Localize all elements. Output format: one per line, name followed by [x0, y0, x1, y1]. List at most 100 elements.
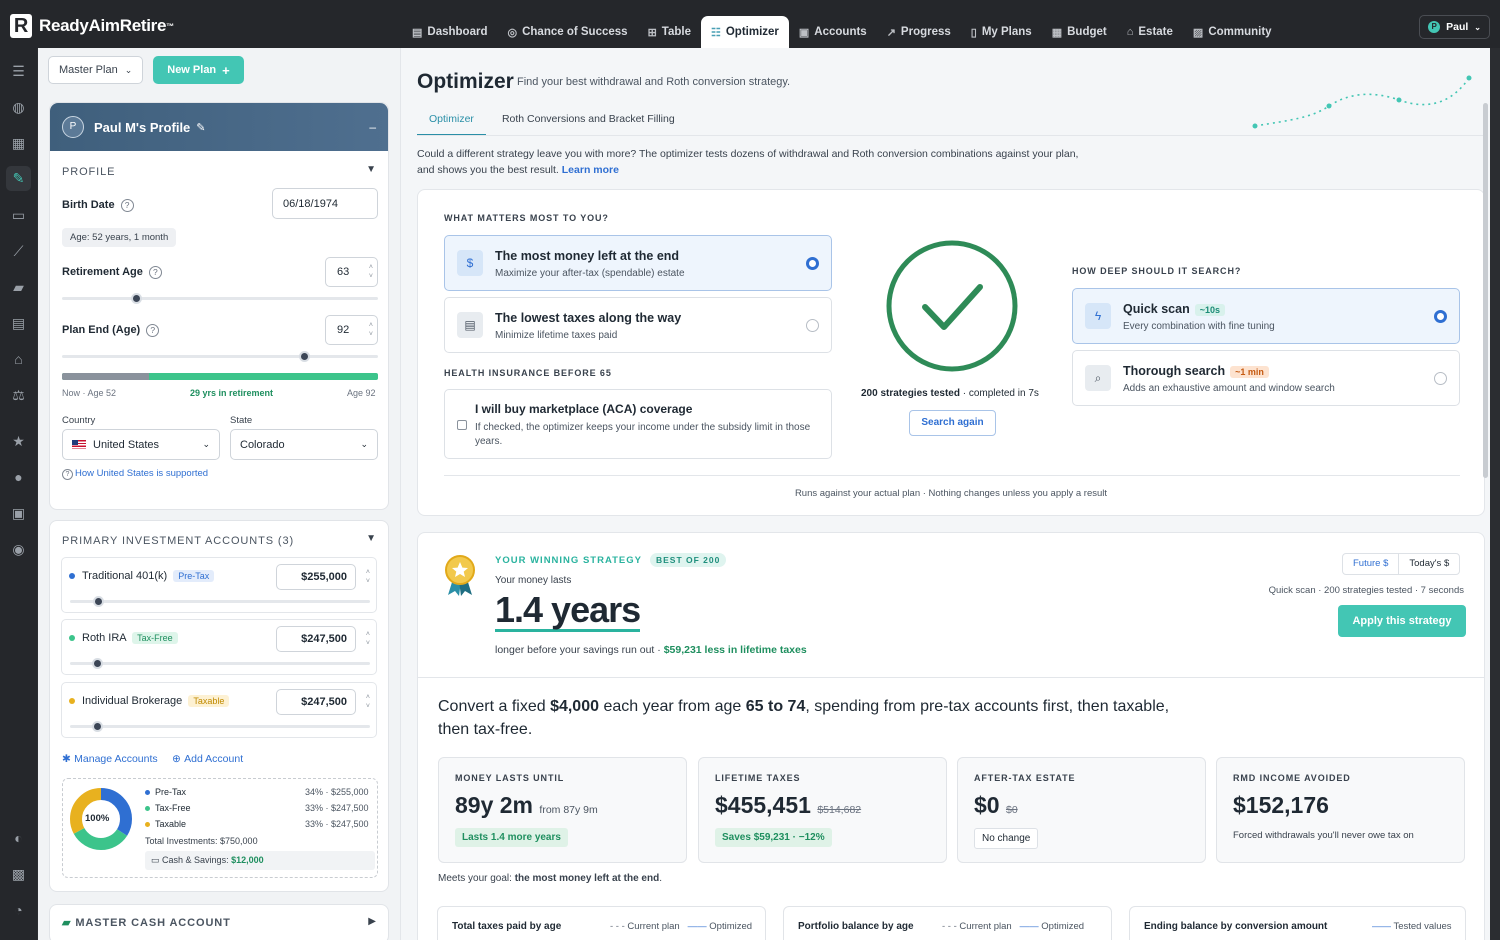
legend-value: 34% · $255,000 [305, 787, 369, 797]
headset-icon[interactable]: ◔ [10, 902, 27, 919]
bank-icon[interactable]: ⌂ [10, 351, 27, 368]
plan-end-track[interactable] [62, 355, 378, 358]
wand-icon[interactable]: ✎ [6, 166, 31, 191]
stepper-icon[interactable]: ˄ ˅ [366, 568, 370, 586]
account-row[interactable]: Traditional 401(k) Pre-Tax $255,000 ˄ ˅ [61, 557, 377, 613]
gift-icon[interactable]: ▩ [10, 866, 27, 883]
stepper-icon[interactable]: ˄ ˅ [366, 693, 370, 711]
tab-estate[interactable]: ⌂ Estate [1117, 16, 1183, 48]
depth-option-quick-scan[interactable]: ϟ Quick scan ~10s Every combination with … [1072, 288, 1460, 344]
time-badge: ~1 min [1230, 366, 1269, 378]
tab-table[interactable]: ⊞ Table [638, 16, 701, 48]
toggle-todays-dollars[interactable]: Today's $ [1399, 554, 1459, 574]
account-slider-track[interactable] [70, 600, 370, 603]
apply-strategy-button[interactable]: Apply this strategy [1338, 605, 1466, 637]
new-plan-button[interactable]: New Plan + [153, 56, 244, 84]
page-title: Optimizer [417, 70, 514, 93]
tab-roth-conversions[interactable]: Roth Conversions and Bracket Filling [490, 110, 687, 136]
radio-unselected[interactable] [806, 319, 819, 332]
birth-date-input[interactable]: 06/18/1974 [272, 188, 378, 219]
learn-more-link[interactable]: Learn more [562, 164, 619, 176]
expand-triangle-icon[interactable]: ▶ [368, 916, 376, 927]
settings-footnote: Runs against your actual plan · Nothing … [794, 488, 1108, 499]
radio-selected[interactable] [806, 257, 819, 270]
scale-icon[interactable]: ⚖ [10, 387, 27, 404]
add-account-link[interactable]: ⊕ Add Account [172, 751, 243, 765]
master-cash-card[interactable]: ▰ MASTER CASH ACCOUNT ▶ [49, 904, 389, 940]
trend-icon: ↗ [886, 26, 896, 39]
aca-checkbox[interactable] [457, 420, 467, 430]
edit-icon[interactable]: ✎ [196, 121, 205, 134]
account-slider-handle[interactable] [92, 721, 103, 732]
help-icon[interactable]: ? [120, 199, 134, 212]
tab-dashboard[interactable]: ▤ Dashboard [402, 16, 497, 48]
account-row[interactable]: Roth IRA Tax-Free $247,500 ˄ ˅ [61, 619, 377, 675]
goal-option-lowest-taxes[interactable]: ▤ The lowest taxes along the way Minimiz… [444, 297, 832, 353]
tab-chance-of-success[interactable]: ◎ Chance of Success [497, 16, 637, 48]
grid-icon[interactable]: ▦ [10, 135, 27, 152]
tab-progress[interactable]: ↗ Progress [877, 16, 961, 48]
collapse-icon[interactable]: – [369, 120, 376, 134]
stepper-icon[interactable]: ˄ ˅ [369, 321, 373, 339]
success-check-icon [886, 240, 1018, 372]
news-icon[interactable]: ▣ [10, 505, 27, 522]
list-icon[interactable]: ☰ [10, 63, 27, 80]
account-slider-handle[interactable] [93, 596, 104, 607]
radio-selected[interactable] [1434, 310, 1447, 323]
help-icon[interactable]: ? [148, 266, 162, 279]
scrollbar[interactable] [1483, 103, 1488, 478]
coins-icon[interactable]: ◍ [10, 99, 27, 116]
goal-note: Meets your goal: the most money left at … [438, 873, 662, 884]
retirement-age-input[interactable]: 63 ˄ ˅ [325, 257, 378, 287]
aca-coverage-option[interactable]: I will buy marketplace (ACA) coverage If… [444, 389, 832, 459]
account-slider-track[interactable] [70, 662, 370, 665]
plan-end-input[interactable]: 92 ˄ ˅ [325, 315, 378, 345]
plan-end-slider-handle[interactable] [299, 351, 310, 362]
account-value-input[interactable]: $247,500 [276, 689, 356, 715]
tab-my-plans[interactable]: ▯ My Plans [961, 16, 1042, 48]
bulb-icon[interactable]: ◉ [10, 541, 27, 558]
card-icon[interactable]: ▭ [10, 207, 27, 224]
retirement-age-track[interactable] [62, 297, 378, 300]
tab-optimizer[interactable]: ☷ Optimizer [700, 16, 789, 48]
account-row[interactable]: Individual Brokerage Taxable $247,500 ˄ ˅ [61, 682, 377, 738]
toggle-future-dollars[interactable]: Future $ [1343, 554, 1400, 574]
collapse-triangle-icon[interactable]: ▼ [366, 533, 376, 544]
account-value-input[interactable]: $255,000 [276, 564, 356, 590]
user-menu-button[interactable]: P Paul ⌄ [1419, 15, 1490, 39]
plan-select[interactable]: Master Plan ⌄ [48, 56, 144, 84]
tab-budget[interactable]: ▦ Budget [1042, 16, 1117, 48]
profile-header: P Paul M's Profile ✎ – [50, 103, 388, 151]
user-gear-icon[interactable]: ◐ [10, 830, 27, 847]
goal-option-most-money[interactable]: $ The most money left at the end Maximiz… [444, 235, 832, 291]
folder-icon[interactable]: ▰ [10, 279, 27, 296]
best-of-badge: BEST OF 200 [649, 553, 727, 567]
brand-logo[interactable]: R ReadyAimRetire ™ [10, 14, 174, 38]
depth-option-thorough[interactable]: ⌕ Thorough search ~1 min Adds an exhausti… [1072, 350, 1460, 406]
account-value-input[interactable]: $247,500 [276, 626, 356, 652]
retirement-age-slider-handle[interactable] [131, 293, 142, 304]
star-icon[interactable]: ★ [10, 433, 27, 450]
account-slider-track[interactable] [70, 725, 370, 728]
comment-icon[interactable]: ● [10, 469, 27, 486]
stepper-icon[interactable]: ˄ ˅ [369, 263, 373, 281]
radio-unselected[interactable] [1434, 372, 1447, 385]
tab-accounts[interactable]: ▣ Accounts [789, 16, 877, 48]
divider [444, 475, 1460, 476]
support-link[interactable]: ? How United States is supported [62, 468, 208, 480]
tab-optimizer-sub[interactable]: Optimizer [417, 110, 486, 136]
help-icon[interactable]: ? [146, 324, 160, 337]
manage-accounts-link[interactable]: ✱ Manage Accounts [62, 751, 158, 765]
stepper-icon[interactable]: ˄ ˅ [366, 630, 370, 648]
dollar-icon: $ [457, 250, 483, 276]
calendar-icon[interactable]: ▤ [10, 315, 27, 332]
tab-community[interactable]: ▨ Community [1183, 16, 1282, 48]
state-select[interactable]: Colorado ⌄ [230, 429, 378, 460]
search-again-button[interactable]: Search again [909, 410, 996, 436]
country-select[interactable]: United States ⌄ [62, 429, 220, 460]
collapse-triangle-icon[interactable]: ▼ [366, 164, 376, 175]
state-label: State [230, 415, 253, 426]
line-chart-icon[interactable]: ⟋ [10, 243, 27, 260]
account-slider-handle[interactable] [92, 658, 103, 669]
legend-item: Taxable [145, 819, 186, 829]
